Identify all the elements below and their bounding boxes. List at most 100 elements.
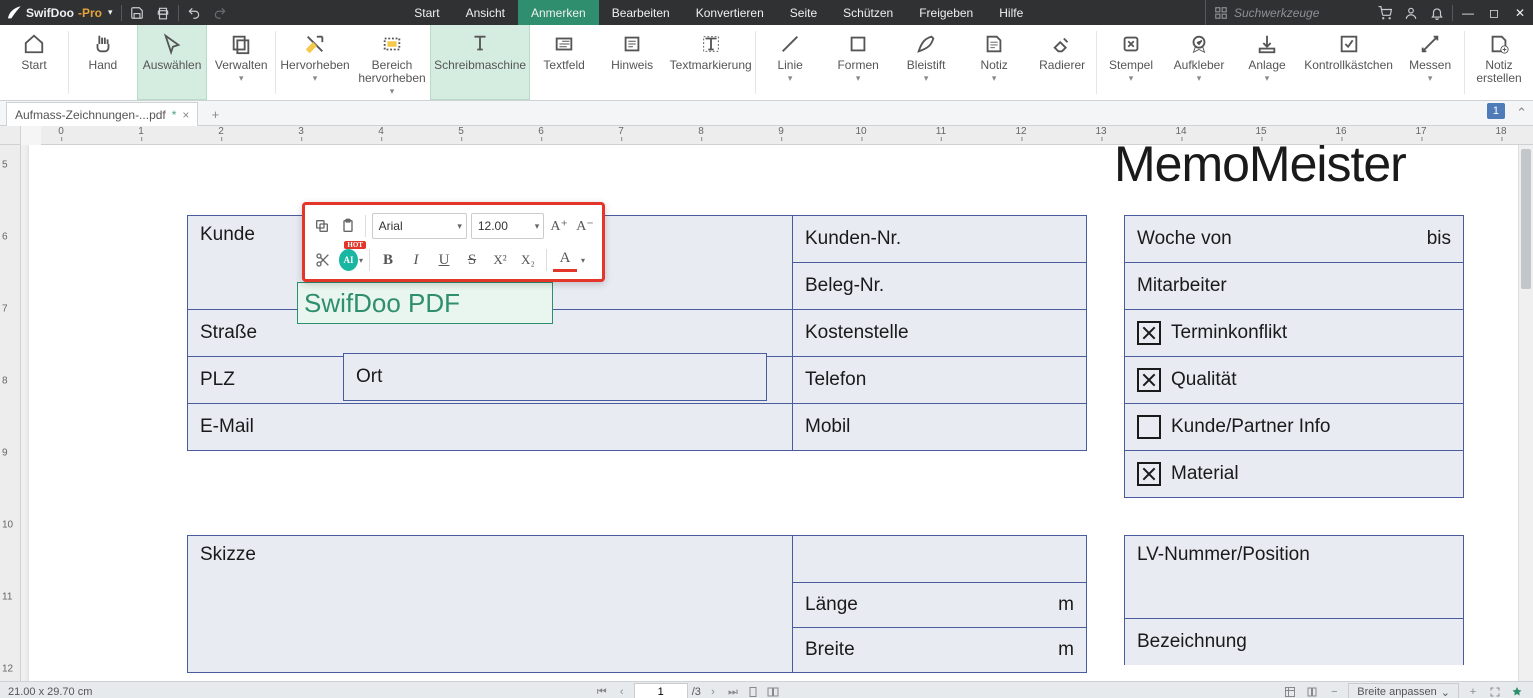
chevron-down-icon[interactable]: ▾ — [581, 256, 585, 265]
cut-button[interactable] — [311, 248, 335, 272]
field-woche: Woche vonbis — [1125, 216, 1464, 263]
ribbon-formen[interactable]: Formen▾ — [824, 25, 892, 100]
search-tools[interactable]: Suchwerkzeuge — [1205, 0, 1372, 25]
ai-button[interactable]: AIHOT▾ — [339, 248, 363, 272]
ribbon-icon — [1120, 31, 1142, 57]
two-page-view[interactable] — [765, 684, 781, 698]
ribbon-verwalten[interactable]: Verwalten▾ — [207, 25, 275, 100]
add-tab-button[interactable]: + — [204, 103, 226, 125]
ruler-tick: 7 — [2, 304, 8, 315]
prev-page-button[interactable]: ‹ — [614, 684, 630, 698]
ribbon-notiz-erstellen[interactable]: Notiz erstellen — [1465, 25, 1533, 100]
typewriter-textbox[interactable]: SwifDoo PDF — [297, 282, 553, 324]
ribbon-icon — [847, 31, 869, 57]
bell-button[interactable] — [1424, 0, 1450, 25]
zoom-in-button[interactable]: + — [1465, 684, 1481, 698]
chevron-down-icon: ▾ — [313, 74, 318, 83]
ribbon-anlage[interactable]: Anlage▾ — [1233, 25, 1301, 100]
canvas-area[interactable]: MemoMeister Kunde Kunden-Nr. Beleg-Nr. S… — [21, 145, 1533, 681]
ribbon-label: Kontrollkästchen — [1304, 59, 1393, 72]
minimize-button[interactable]: — — [1455, 0, 1481, 25]
paste-button[interactable] — [337, 214, 359, 238]
ribbon-icon — [1188, 31, 1210, 57]
ribbon-messen[interactable]: Messen▾ — [1396, 25, 1464, 100]
italic-button[interactable]: I — [404, 248, 428, 272]
scrollbar-thumb[interactable] — [1521, 149, 1531, 289]
last-page-button[interactable]: ⏭ — [725, 684, 741, 698]
menu-schützen[interactable]: Schützen — [830, 0, 906, 25]
strike-button[interactable]: S — [460, 248, 484, 272]
fontcolor-button[interactable]: A — [553, 249, 577, 272]
field-belegnr: Beleg-Nr. — [793, 263, 1087, 310]
page-input[interactable] — [634, 683, 688, 698]
grid-icon — [1214, 6, 1228, 20]
first-page-button[interactable]: ⏮ — [594, 684, 610, 698]
menu-anmerken[interactable]: Anmerken — [518, 0, 599, 25]
ribbon-label: Textfeld — [543, 59, 584, 72]
ribbon-notiz[interactable]: Notiz▾ — [960, 25, 1028, 100]
redo-button[interactable] — [207, 0, 233, 25]
subscript-button[interactable]: X₂ — [516, 248, 540, 272]
ribbon-kontrollkästchen[interactable]: Kontrollkästchen — [1301, 25, 1396, 100]
label-bis: bis — [1427, 228, 1451, 250]
ai-icon: AIHOT — [339, 249, 358, 271]
ribbon-hinweis[interactable]: Hinweis — [598, 25, 666, 100]
decrease-font-button[interactable]: A⁻ — [574, 214, 596, 238]
cart-button[interactable] — [1372, 0, 1398, 25]
ribbon-stempel[interactable]: Stempel▾ — [1097, 25, 1165, 100]
pin-button[interactable] — [1509, 684, 1525, 698]
next-page-button[interactable]: › — [705, 684, 721, 698]
bold-button[interactable]: B — [376, 248, 400, 272]
zoom-out-button[interactable]: − — [1326, 684, 1342, 698]
close-window-button[interactable]: ✕ — [1507, 0, 1533, 25]
save-button[interactable] — [124, 0, 150, 25]
document-tab[interactable]: Aufmass-Zeichnungen-...pdf * × — [6, 102, 198, 126]
fit-mode-select[interactable]: Breite anpassen⌄ — [1348, 683, 1459, 698]
menu-seite[interactable]: Seite — [777, 0, 830, 25]
single-page-view[interactable] — [745, 684, 761, 698]
maximize-button[interactable]: ◻ — [1481, 0, 1507, 25]
tabstrip-scroll-up[interactable]: ⌃ — [1516, 105, 1527, 121]
ribbon-textmarkierung[interactable]: Textmarkierung — [666, 25, 755, 100]
ruler-tick: 14 — [1175, 126, 1186, 137]
ribbon-label: Anlage — [1248, 59, 1285, 72]
user-button[interactable] — [1398, 0, 1424, 25]
ribbon-start[interactable]: Start — [0, 25, 68, 100]
ribbon-hervorheben[interactable]: Hervorheben▾ — [276, 25, 354, 100]
ribbon-linie[interactable]: Linie▾ — [756, 25, 824, 100]
ribbon-icon — [915, 31, 937, 57]
fullscreen-button[interactable] — [1487, 684, 1503, 698]
tab-close-button[interactable]: × — [182, 108, 189, 122]
vertical-scrollbar[interactable] — [1518, 145, 1533, 681]
underline-button[interactable]: U — [432, 248, 456, 272]
ribbon-icon — [621, 31, 643, 57]
menu-bearbeiten[interactable]: Bearbeiten — [599, 0, 683, 25]
ribbon-label: Auswählen — [143, 59, 202, 72]
ribbon-hand[interactable]: Hand — [69, 25, 137, 100]
menu-hilfe[interactable]: Hilfe — [986, 0, 1036, 25]
ribbon-bereich-hervorheben[interactable]: Bereich hervorheben▾ — [354, 25, 430, 100]
print-button[interactable] — [150, 0, 176, 25]
ruler-tick: 18 — [1495, 126, 1506, 137]
fontsize-select[interactable]: 12.00▾ — [471, 213, 544, 239]
undo-button[interactable] — [181, 0, 207, 25]
copy-button[interactable] — [311, 214, 333, 238]
ribbon-radierer[interactable]: Radierer — [1028, 25, 1096, 100]
form-mode-button[interactable] — [1282, 684, 1298, 698]
superscript-button[interactable]: X² — [488, 248, 512, 272]
maximize-icon: ◻ — [1489, 6, 1499, 20]
ribbon-aufkleber[interactable]: Aufkleber▾ — [1165, 25, 1233, 100]
menu-start[interactable]: Start — [401, 0, 452, 25]
ribbon-schreibmaschine[interactable]: Schreibmaschine — [430, 25, 530, 100]
menu-konvertieren[interactable]: Konvertieren — [683, 0, 777, 25]
app-menu-dropdown[interactable]: ▾ — [108, 7, 113, 18]
ribbon-bleistift[interactable]: Bleistift▾ — [892, 25, 960, 100]
font-select[interactable]: Arial▾ — [372, 213, 467, 239]
ribbon-textfeld[interactable]: Textfeld — [530, 25, 598, 100]
ribbon-auswählen[interactable]: Auswählen — [137, 25, 207, 100]
ribbon-label: Schreibmaschine — [434, 59, 526, 72]
menu-ansicht[interactable]: Ansicht — [453, 0, 518, 25]
menu-freigeben[interactable]: Freigeben — [906, 0, 986, 25]
read-mode-button[interactable] — [1304, 684, 1320, 698]
increase-font-button[interactable]: A⁺ — [548, 214, 570, 238]
